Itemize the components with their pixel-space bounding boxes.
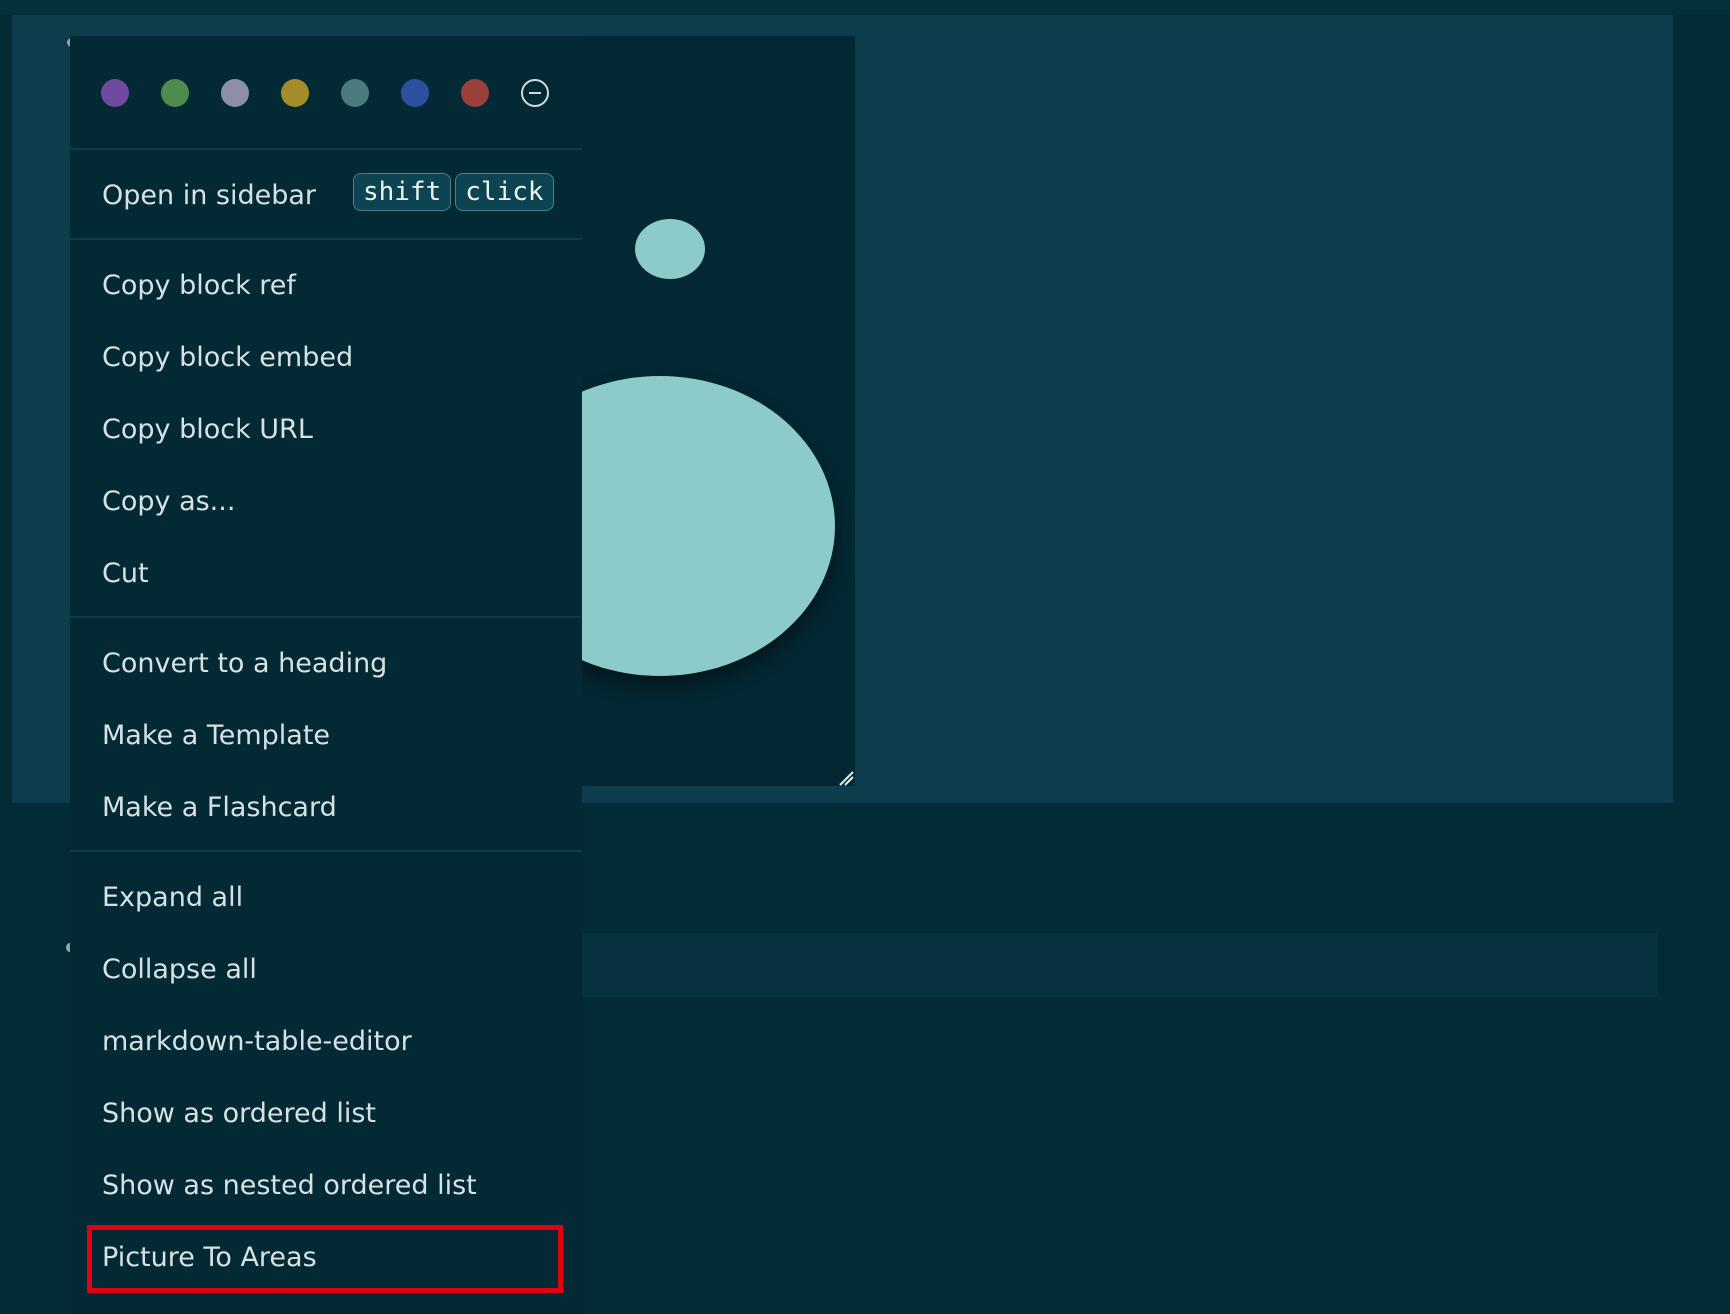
menu-item-label: Make a Template	[102, 719, 331, 751]
color-swatch-blue[interactable]	[401, 79, 429, 107]
menu-item-convert-to-heading[interactable]: Convert to a heading	[70, 630, 582, 696]
menu-item-markdown-table-editor[interactable]: markdown-table-editor	[70, 1008, 582, 1074]
color-swatch-gray[interactable]	[221, 79, 249, 107]
menu-item-expand-all[interactable]: Expand all	[70, 864, 582, 930]
menu-divider	[70, 616, 582, 618]
color-picker-row	[70, 36, 582, 149]
menu-item-copy-as[interactable]: Copy as...	[70, 468, 582, 534]
menu-item-label: Cut	[102, 557, 149, 589]
menu-item-copy-block-embed[interactable]: Copy block embed	[70, 324, 582, 390]
menu-item-label: Make a Flashcard	[102, 791, 337, 823]
menu-item-label: markdown-table-editor	[102, 1025, 412, 1057]
menu-item-label: Copy block embed	[102, 341, 354, 373]
menu-item-show-ordered-list[interactable]: Show as ordered list	[70, 1080, 582, 1146]
menu-item-label: Copy block ref	[102, 269, 296, 301]
resize-handle-icon[interactable]	[838, 770, 854, 786]
kbd-click: click	[455, 173, 554, 211]
kbd-shift: shift	[353, 173, 452, 211]
block-context-menu: Open in sidebar shift click Copy block r…	[70, 36, 582, 1314]
menu-item-cut[interactable]: Cut	[70, 540, 582, 606]
menu-divider	[70, 238, 582, 240]
menu-item-label: Copy block URL	[102, 413, 313, 445]
menu-item-label: Collapse all	[102, 953, 257, 985]
menu-item-picture-to-areas[interactable]: Picture To Areas	[70, 1224, 582, 1290]
menu-item-label: Picture To Areas	[102, 1241, 317, 1273]
menu-item-copy-block-url[interactable]: Copy block URL	[70, 396, 582, 462]
menu-item-label: Copy as...	[102, 485, 236, 517]
menu-item-label: Show as nested ordered list	[102, 1169, 477, 1201]
top-bar	[0, 0, 1730, 14]
shortcut-hint: shift click	[353, 173, 554, 215]
color-swatch-teal[interactable]	[341, 79, 369, 107]
menu-item-label: Convert to a heading	[102, 647, 388, 679]
remove-circle-icon[interactable]	[521, 79, 549, 107]
color-swatch-green[interactable]	[161, 79, 189, 107]
image-ellipse-small	[635, 219, 705, 279]
menu-item-copy-block-ref[interactable]: Copy block ref	[70, 252, 582, 318]
menu-item-collapse-all[interactable]: Collapse all	[70, 936, 582, 1002]
color-swatch-purple[interactable]	[101, 79, 129, 107]
color-swatch-red[interactable]	[461, 79, 489, 107]
menu-item-label: Expand all	[102, 881, 244, 913]
color-swatch-yellow[interactable]	[281, 79, 309, 107]
menu-divider	[70, 850, 582, 852]
menu-item-label: Show as ordered list	[102, 1097, 377, 1129]
menu-item-make-template[interactable]: Make a Template	[70, 702, 582, 768]
menu-item-make-flashcard[interactable]: Make a Flashcard	[70, 774, 582, 840]
menu-item-label: Open in sidebar	[102, 179, 316, 211]
next-block[interactable]	[570, 933, 1658, 997]
menu-divider	[70, 148, 582, 150]
menu-item-show-nested-ordered-list[interactable]: Show as nested ordered list	[70, 1152, 582, 1218]
